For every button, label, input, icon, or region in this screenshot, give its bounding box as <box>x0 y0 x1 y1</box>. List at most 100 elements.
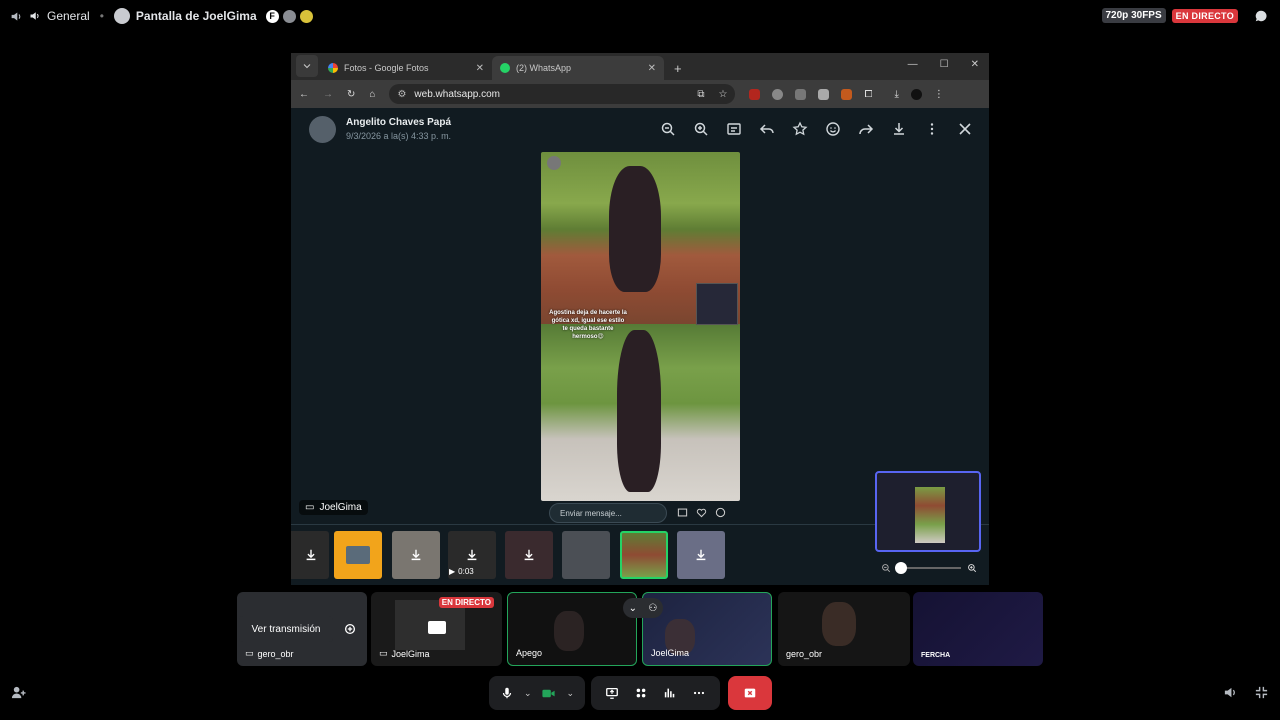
thumbnail[interactable] <box>677 531 725 579</box>
bookmark-star-icon[interactable]: ☆ <box>718 89 727 100</box>
chevron-down-icon[interactable]: ⌄ <box>566 688 574 699</box>
chevron-down-icon[interactable]: ⌄ <box>629 603 637 614</box>
download-icon <box>411 549 421 561</box>
thumbnail-selected[interactable] <box>620 531 668 579</box>
new-tab-button[interactable]: + <box>664 56 692 80</box>
zoom-in-icon[interactable] <box>693 121 709 137</box>
reply-input[interactable]: Enviar mensaje... <box>549 503 667 523</box>
activities-icon[interactable] <box>634 686 648 700</box>
reply-icon[interactable] <box>759 121 775 137</box>
minimize-icon[interactable]: — <box>908 59 918 70</box>
viewer-avatar[interactable] <box>281 8 297 24</box>
zoom-out-icon[interactable] <box>660 121 676 137</box>
chevron-down-icon[interactable]: ⌄ <box>524 688 532 699</box>
channel-name[interactable]: General <box>47 9 90 23</box>
maximize-icon[interactable]: ☐ <box>940 59 949 70</box>
chat-icon[interactable] <box>1254 9 1268 23</box>
voice-channel-icon <box>29 10 41 22</box>
install-app-icon[interactable]: ⧉ <box>697 89 704 100</box>
picture-in-picture-thumbnail <box>696 283 738 325</box>
thumbnail[interactable] <box>334 531 382 579</box>
separator: • <box>99 9 104 23</box>
streamer-avatar <box>113 8 130 24</box>
camera-icon[interactable] <box>541 686 556 701</box>
exit-fullscreen-icon[interactable] <box>1254 685 1269 700</box>
go-to-message-icon[interactable] <box>726 121 742 137</box>
volume-icon[interactable] <box>1223 685 1238 700</box>
tab-label: (2) WhatsApp <box>516 63 572 73</box>
site-settings-icon[interactable]: ⚙ <box>397 89 406 100</box>
download-icon[interactable] <box>891 121 907 137</box>
add-friend-icon[interactable]: ⚇ <box>648 603 657 614</box>
home-icon[interactable]: ⌂ <box>369 89 375 100</box>
participant-name: Apego <box>516 648 543 658</box>
star-icon[interactable] <box>792 121 808 137</box>
back-icon[interactable]: ← <box>299 89 309 100</box>
participant-tile[interactable]: Ver transmisión ▭ gero_obr <box>237 592 367 666</box>
tab-whatsapp[interactable]: (2) WhatsApp ✕ <box>492 56 664 80</box>
comment-icon[interactable] <box>715 507 726 518</box>
download-icon[interactable]: ⤓ <box>894 89 898 100</box>
invite-user-icon[interactable] <box>11 685 26 700</box>
profile-avatar[interactable] <box>910 88 922 100</box>
viewer-avatar[interactable] <box>298 8 314 24</box>
thumbnail[interactable] <box>291 531 329 579</box>
participant-tile[interactable]: EN DIRECTO ▭ JoelGima <box>371 592 502 666</box>
forward-icon[interactable]: → <box>323 89 333 100</box>
speaker-icon[interactable] <box>10 10 23 23</box>
participant-tile[interactable]: Apego <box>507 592 637 666</box>
stream-title[interactable]: Pantalla de JoelGima <box>136 9 257 23</box>
zoom-slider-knob[interactable] <box>895 562 907 574</box>
whatsapp-icon <box>500 63 510 73</box>
more-options-icon[interactable] <box>692 686 706 700</box>
extension-icon[interactable] <box>749 88 761 100</box>
contact-avatar[interactable] <box>309 115 336 143</box>
quality-badge: 720p 30FPS <box>1101 8 1166 23</box>
more-options-icon[interactable] <box>924 121 940 137</box>
thumbnail[interactable] <box>505 531 553 579</box>
tab-search-button[interactable] <box>296 54 318 77</box>
add-stream-icon[interactable] <box>343 622 357 636</box>
microphone-icon[interactable] <box>500 686 514 700</box>
participant-name: gero_obr <box>257 648 294 659</box>
forward-icon[interactable] <box>858 121 874 137</box>
gallery-icon[interactable] <box>677 507 688 518</box>
participant-tile[interactable]: gero_obr <box>778 592 910 666</box>
thumbnail[interactable] <box>392 531 440 579</box>
address-bar[interactable]: ⚙ web.whatsapp.com ⧉ ☆ <box>389 84 736 104</box>
media-image[interactable]: Agostina deja de hacerte la gótica xd, i… <box>541 152 740 501</box>
kebab-menu-icon[interactable]: ⋮ <box>934 89 944 100</box>
zoom-slider[interactable] <box>895 562 961 574</box>
screen-icon: ▭ <box>379 648 388 658</box>
tab-google-photos[interactable]: Fotos - Google Fotos ✕ <box>320 56 492 80</box>
reload-icon[interactable]: ↻ <box>347 89 355 100</box>
react-emoji-icon[interactable] <box>825 121 841 137</box>
extension-icon[interactable] <box>795 88 807 100</box>
close-tab-icon[interactable]: ✕ <box>476 63 484 74</box>
puzzle-icon[interactable]: ⧠ <box>864 89 872 100</box>
stream-preview-thumbnail[interactable] <box>875 471 981 552</box>
watch-stream-button[interactable]: Ver transmisión <box>239 616 333 642</box>
close-icon[interactable] <box>957 121 973 137</box>
live-badge: EN DIRECTO <box>438 597 494 608</box>
extension-icon[interactable] <box>772 88 784 100</box>
participant-name-tag: gero_obr <box>786 649 822 659</box>
zoom-out-icon[interactable] <box>881 563 891 573</box>
extension-icon[interactable] <box>841 88 853 100</box>
viewer-avatar[interactable]: F <box>264 8 280 24</box>
contact-name[interactable]: Angelito Chaves Papá <box>346 117 451 128</box>
participant-tile[interactable]: FERCHA <box>913 592 1043 666</box>
zoom-in-icon[interactable] <box>967 563 977 573</box>
extension-icon[interactable] <box>818 88 830 100</box>
download-icon <box>524 549 534 561</box>
close-tab-icon[interactable]: ✕ <box>648 63 656 74</box>
leave-call-button[interactable] <box>728 676 772 710</box>
download-icon <box>467 549 477 561</box>
share-screen-icon[interactable] <box>605 686 619 700</box>
download-icon <box>696 549 706 561</box>
thumbnail[interactable] <box>562 531 610 579</box>
soundboard-icon[interactable] <box>663 686 677 700</box>
heart-icon[interactable] <box>696 507 707 518</box>
close-window-icon[interactable]: ✕ <box>971 59 979 70</box>
preview-image <box>915 487 945 543</box>
